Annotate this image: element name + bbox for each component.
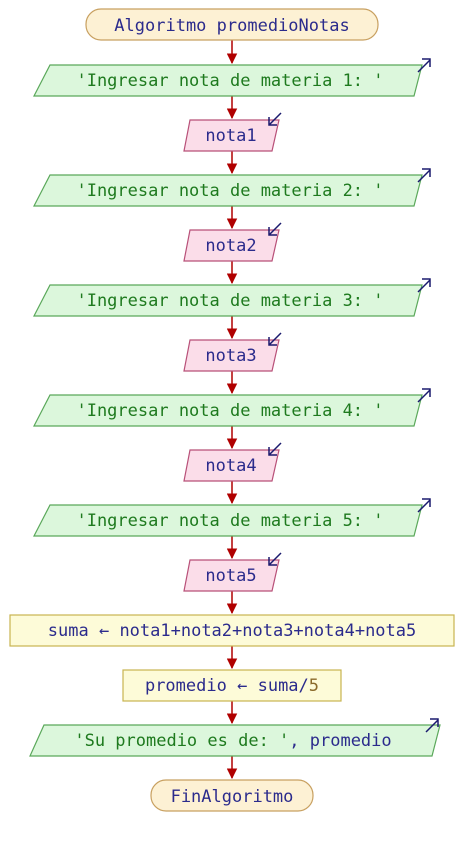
assign-arrow: ← (237, 676, 247, 696)
assign-arrow: ← (99, 621, 109, 641)
input-label: nota4 (205, 456, 256, 476)
end-node: FinAlgoritmo (150, 779, 314, 812)
input-label: nota2 (205, 236, 256, 256)
output-label: 'Ingresar nota de materia 3: ' (76, 291, 383, 311)
start-node: Algoritmo promedioNotas (85, 8, 379, 41)
output-label: 'Ingresar nota de materia 2: ' (76, 181, 383, 201)
assign-node-promedio: promedio ← suma/5 (122, 669, 342, 702)
input-label: nota5 (205, 566, 256, 586)
assign-expression: nota1+nota2+nota3+nota4+nota5 (119, 621, 416, 641)
input-node-2: nota2 (183, 222, 282, 262)
assign-target: promedio (145, 676, 227, 696)
output-node-2: 'Ingresar nota de materia 2: ' (33, 168, 431, 207)
input-node-3: nota3 (183, 332, 282, 372)
flowchart: Algoritmo promedioNotas 'Ingresar nota d… (9, 8, 455, 812)
output-label: 'Ingresar nota de materia 4: ' (76, 401, 383, 421)
assign-expression: suma/ (258, 676, 309, 696)
output-node-4: 'Ingresar nota de materia 4: ' (33, 388, 431, 427)
input-node-4: nota4 (183, 442, 282, 482)
output-node-3: 'Ingresar nota de materia 3: ' (33, 278, 431, 317)
input-node-1: nota1 (183, 112, 282, 152)
start-label: Algoritmo promedioNotas (114, 16, 349, 36)
output-node-1: 'Ingresar nota de materia 1: ' (33, 58, 431, 97)
output-label: 'Ingresar nota de materia 1: ' (76, 71, 383, 91)
output-label: 'Ingresar nota de materia 5: ' (76, 511, 383, 531)
input-label: nota1 (205, 126, 256, 146)
assign-label: suma ← nota1+nota2+nota3+nota4+nota5 (48, 621, 417, 641)
assign-target: suma (48, 621, 89, 641)
output-node-5: 'Ingresar nota de materia 5: ' (33, 498, 431, 537)
output-node-result: 'Su promedio es de: ', promedio (29, 718, 441, 757)
output-string: 'Su promedio es de: ' (74, 731, 289, 751)
output-label: 'Su promedio es de: ', promedio (74, 731, 391, 751)
input-node-5: nota5 (183, 552, 282, 592)
assign-label: promedio ← suma/5 (145, 676, 319, 696)
assign-node-suma: suma ← nota1+nota2+nota3+nota4+nota5 (9, 614, 455, 647)
assign-number: 5 (309, 676, 319, 696)
output-variable: , promedio (289, 731, 391, 751)
end-label: FinAlgoritmo (171, 787, 294, 807)
input-label: nota3 (205, 346, 256, 366)
